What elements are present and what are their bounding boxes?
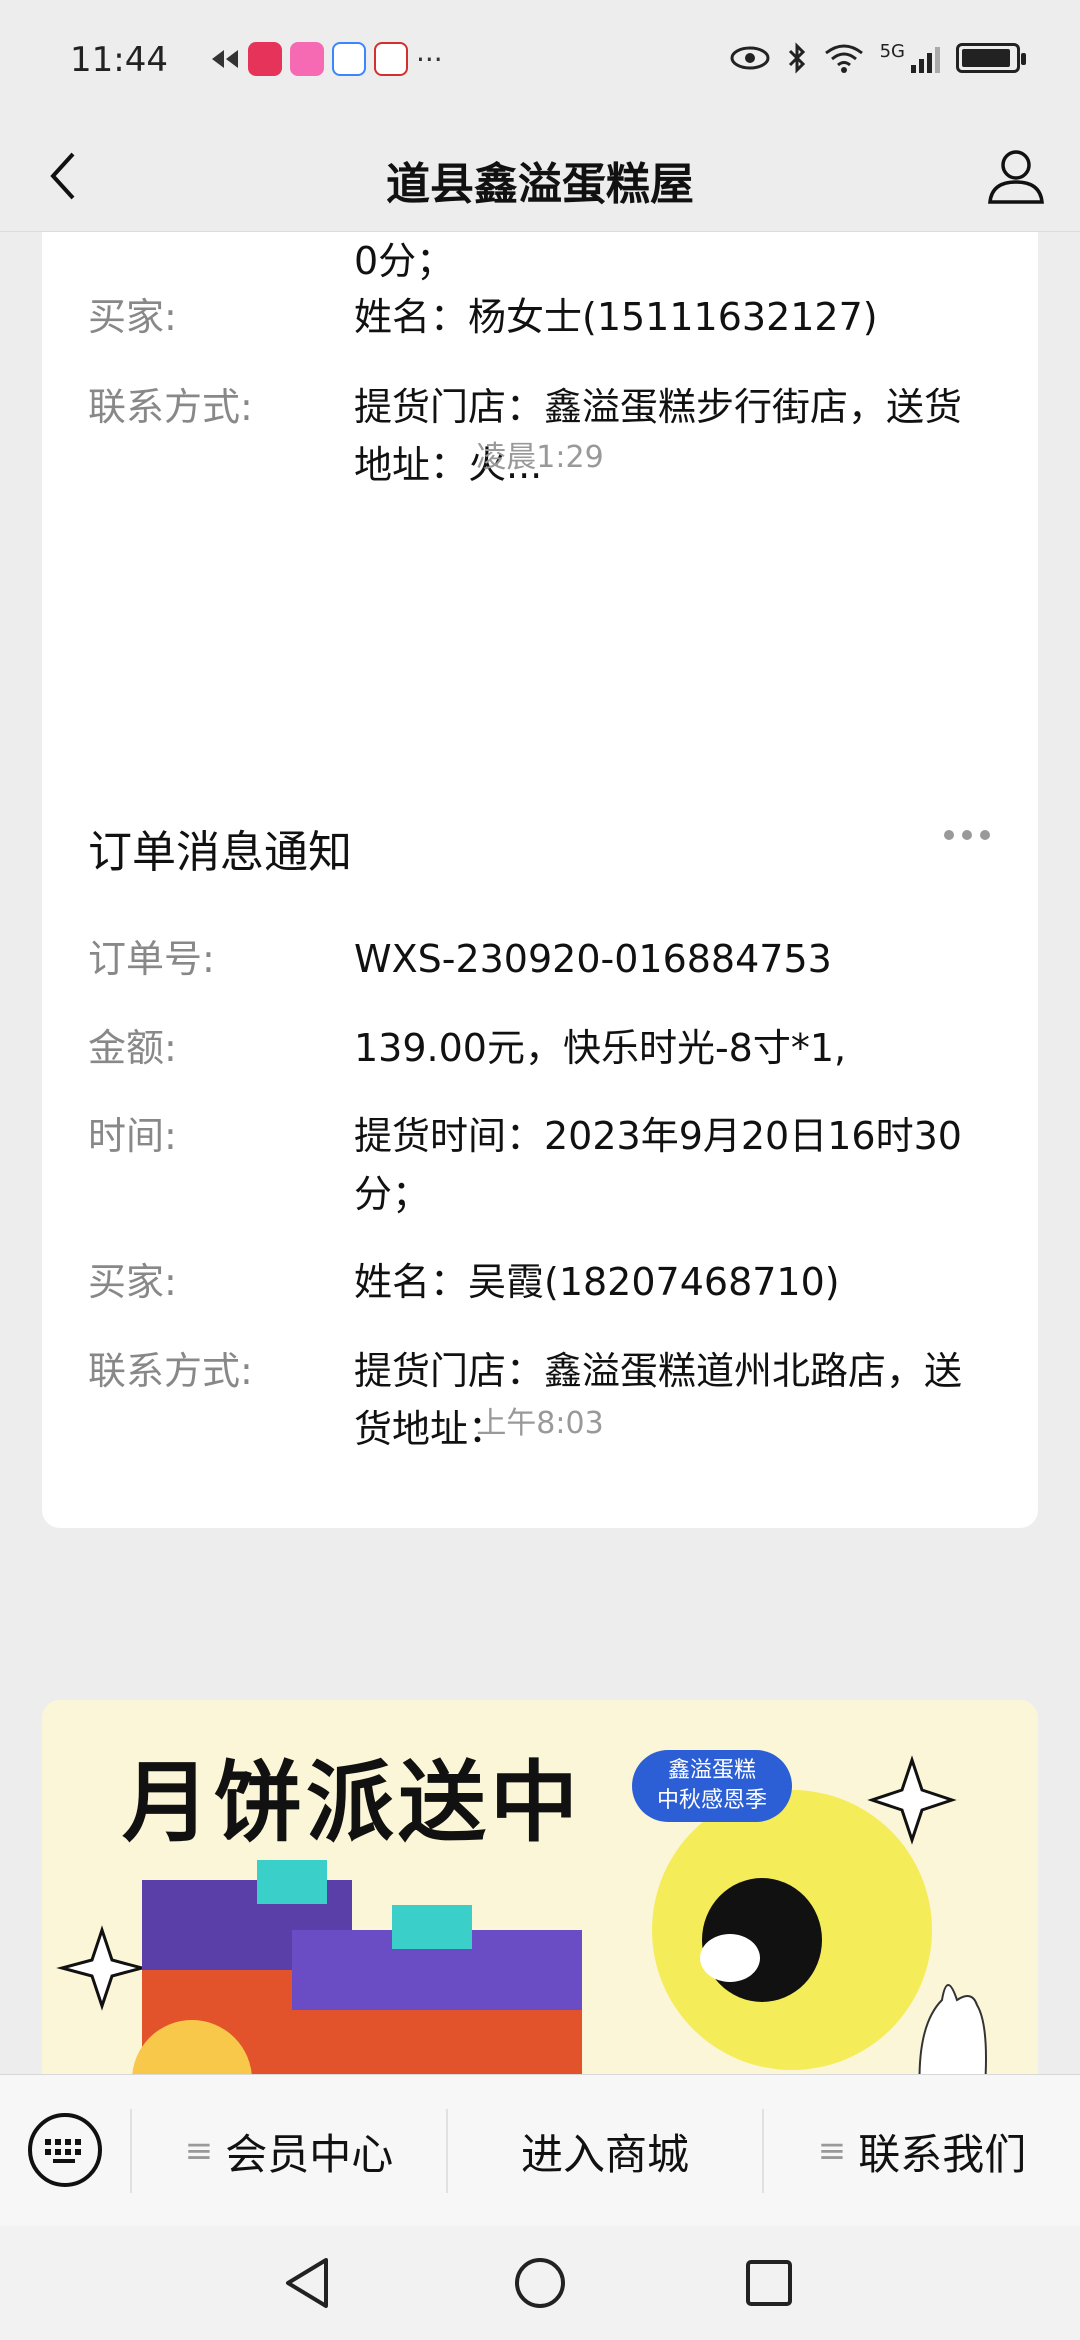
page-title: 道县鑫溢蛋糕屋	[386, 159, 694, 210]
menu-label: 会员中心	[225, 2129, 394, 2179]
app-icon-chat	[332, 42, 366, 76]
banner-title: 月饼派送中	[122, 1751, 583, 1854]
timestamp: 凌晨1:29	[476, 440, 604, 475]
more-notifications: ···	[416, 42, 443, 76]
more-icon[interactable]	[944, 830, 990, 840]
battery-icon	[956, 43, 1026, 73]
menu-label: 进入商城	[520, 2129, 689, 2179]
signal-icon	[911, 43, 940, 73]
badge-line1: 鑫溢蛋糕	[667, 1758, 756, 1783]
status-right: 5G	[730, 40, 1026, 74]
eye-icon	[730, 46, 770, 70]
network-type: 5G	[879, 40, 905, 62]
menu-enter-mall[interactable]: 进入商城	[448, 2075, 762, 2227]
row-label: 买家:	[88, 295, 177, 339]
row-label: 订单号:	[88, 937, 215, 981]
status-time: 11:44	[70, 40, 168, 80]
system-recents-button[interactable]	[734, 2248, 804, 2318]
system-back-button[interactable]	[272, 2248, 342, 2318]
menu-member-center[interactable]: ≡ 会员中心	[132, 2075, 446, 2227]
row-value: 0分；	[354, 239, 455, 283]
nfc-icon	[212, 50, 238, 68]
badge-line2: 中秋感恩季	[656, 1788, 767, 1813]
amount-row: 金额: 139.00元，快乐时光-8寸*1,	[88, 1019, 992, 1077]
order-notification-card[interactable]: 0分； 买家: 姓名：杨女士(15111632127) 联系方式: 提货门店：鑫…	[42, 232, 1038, 790]
system-navigation-bar	[0, 2226, 1080, 2340]
time-row: 时间: 提货时间：2023年9月20日16时30分；	[88, 1107, 992, 1223]
menu-contact-us[interactable]: ≡ 联系我们	[764, 2075, 1080, 2227]
keyboard-toggle-button[interactable]	[28, 2113, 102, 2187]
row-value: 提货时间：2023年9月20日16时30分；	[354, 1114, 962, 1216]
user-icon	[988, 150, 1044, 204]
menu-label: 联系我们	[858, 2129, 1027, 2179]
menu-list-icon: ≡	[817, 2131, 847, 2171]
mooncake-banner[interactable]: 月饼派送中 鑫溢蛋糕 中秋感恩季	[42, 1700, 1038, 2074]
row-label: 金额:	[88, 1026, 177, 1070]
app-icon-pink	[290, 42, 324, 76]
back-triangle-icon	[286, 2258, 328, 2308]
bluetooth-icon	[788, 42, 805, 74]
notification-icons: ···	[210, 42, 443, 76]
status-bar: 11:44 ··· 5G	[0, 0, 1080, 120]
card-title: 订单消息通知	[88, 827, 352, 878]
recents-square-icon	[746, 2260, 792, 2306]
order-number-row: 订单号: WXS-230920-016884753	[88, 930, 992, 988]
official-account-menu: ≡ 会员中心 进入商城 ≡ 联系我们	[0, 2074, 1080, 2226]
sina-icon	[374, 42, 408, 76]
menu-list-icon: ≡	[184, 2131, 214, 2171]
banner-badge: 鑫溢蛋糕 中秋感恩季	[632, 1750, 792, 1822]
row-value: 姓名：杨女士(15111632127)	[354, 295, 878, 339]
timestamp: 上午8:03	[476, 1406, 604, 1441]
row-value: 姓名：吴霞(18207468710)	[354, 1260, 840, 1304]
profile-button[interactable]	[980, 140, 1052, 212]
top-fragment-row: 0分；	[88, 232, 992, 290]
buyer-row: 买家: 姓名：吴霞(18207468710)	[88, 1253, 992, 1311]
message-list[interactable]: 0分； 买家: 姓名：杨女士(15111632127) 联系方式: 提货门店：鑫…	[0, 232, 1080, 2074]
keyboard-icon	[45, 2139, 81, 2163]
buyer-row: 买家: 姓名：杨女士(15111632127)	[88, 288, 992, 346]
row-label: 时间:	[88, 1114, 177, 1158]
row-label: 买家:	[88, 1260, 177, 1304]
home-circle-icon	[515, 2258, 565, 2308]
wifi-icon	[824, 44, 863, 73]
app-icon-red	[248, 42, 282, 76]
row-value: 139.00元，快乐时光-8寸*1,	[354, 1026, 847, 1070]
row-value: WXS-230920-016884753	[354, 937, 832, 981]
nav-bar: 道县鑫溢蛋糕屋	[0, 120, 1080, 232]
system-home-button[interactable]	[505, 2248, 575, 2318]
